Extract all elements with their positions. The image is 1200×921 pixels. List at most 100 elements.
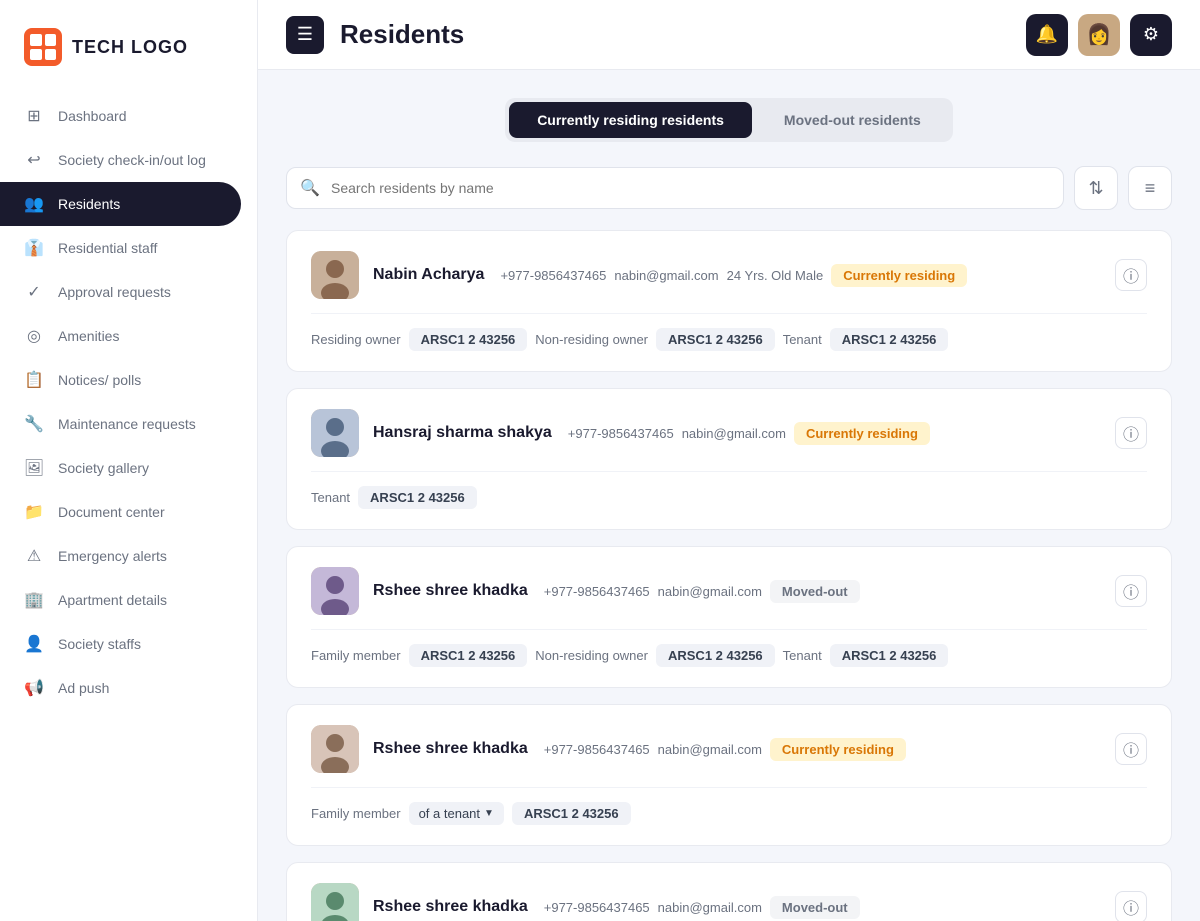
nav-icon-residents: 👥	[24, 194, 44, 214]
notification-button[interactable]: 🔔	[1026, 14, 1068, 56]
tab-currently-residing[interactable]: Currently residing residents	[509, 102, 752, 138]
nav-label-maintenance-requests: Maintenance requests	[58, 416, 196, 432]
status-badge: Currently residing	[770, 738, 906, 761]
card-header: Rshee shree khadka +977-9856437465 nabin…	[311, 883, 1147, 921]
settings-button[interactable]: ⚙	[1130, 14, 1172, 56]
info-icon: ⓘ	[1123, 895, 1139, 919]
sidebar-item-dashboard[interactable]: ⊞ Dashboard	[0, 94, 257, 138]
sidebar-item-residents[interactable]: 👥 Residents	[0, 182, 241, 226]
nav-label-emergency-alerts: Emergency alerts	[58, 548, 167, 564]
nav-label-document-center: Document center	[58, 504, 165, 520]
unit-badge: ARSC1 2 43256	[358, 486, 477, 509]
info-icon: ⓘ	[1123, 579, 1139, 603]
sidebar-item-notices-polls[interactable]: 📋 Notices/ polls	[0, 358, 257, 402]
nav-icon-residential-staff: 👔	[24, 238, 44, 258]
role-label: Non-residing owner	[535, 332, 648, 347]
nav-label-ad-push: Ad push	[58, 680, 109, 696]
logo-icon	[24, 28, 62, 66]
resident-phone: +977-9856437465	[544, 742, 650, 757]
settings-icon: ⚙	[1143, 24, 1159, 45]
nav-label-society-staffs: Society staffs	[58, 636, 141, 652]
role-label: Tenant	[783, 648, 822, 663]
sidebar-item-apartment-details[interactable]: 🏢 Apartment details	[0, 578, 257, 622]
info-icon: ⓘ	[1123, 263, 1139, 287]
status-badge: Moved-out	[770, 896, 860, 919]
card-header: Hansraj sharma shakya +977-9856437465 na…	[311, 409, 1147, 457]
filter-button[interactable]: ≡	[1128, 166, 1172, 210]
resident-email: nabin@gmail.com	[658, 584, 762, 599]
nav-label-dashboard: Dashboard	[58, 108, 127, 124]
card-footer: Tenant ARSC1 2 43256	[311, 471, 1147, 509]
role-label: Family member	[311, 648, 401, 663]
nav-label-residential-staff: Residential staff	[58, 240, 157, 256]
content-area: Currently residing residentsMoved-out re…	[258, 70, 1200, 921]
nav-icon-apartment-details: 🏢	[24, 590, 44, 610]
resident-card: Rshee shree khadka +977-9856437465 nabin…	[286, 862, 1172, 921]
sidebar-item-emergency-alerts[interactable]: ⚠ Emergency alerts	[0, 534, 257, 578]
age-gender: 24 Yrs. Old Male	[727, 268, 824, 283]
search-icon: 🔍	[300, 178, 320, 198]
main-content: ☰ Residents 🔔 👩 ⚙ Currently residing res…	[258, 0, 1200, 921]
resident-meta: Rshee shree khadka +977-9856437465 nabin…	[373, 580, 1101, 603]
card-header: Nabin Acharya +977-9856437465 nabin@gmai…	[311, 251, 1147, 299]
sidebar-item-ad-push[interactable]: 📢 Ad push	[0, 666, 257, 710]
tab-moved-out[interactable]: Moved-out residents	[756, 102, 949, 138]
user-avatar[interactable]: 👩	[1078, 14, 1120, 56]
role-label: Tenant	[311, 490, 350, 505]
sidebar-item-society-gallery[interactable]: 🖼 Society gallery	[0, 446, 257, 490]
nav-menu: ⊞ Dashboard ↩ Society check-in/out log 👥…	[0, 86, 257, 921]
search-input[interactable]	[286, 167, 1064, 209]
nav-icon-approval-requests: ✓	[24, 282, 44, 302]
nav-icon-document-center: 📁	[24, 502, 44, 522]
resident-email: nabin@gmail.com	[658, 742, 762, 757]
nav-label-society-check: Society check-in/out log	[58, 152, 206, 168]
logo-area: TECH LOGO	[0, 0, 257, 86]
avatar-image: 👩	[1087, 22, 1112, 47]
sidebar-item-residential-staff[interactable]: 👔 Residential staff	[0, 226, 257, 270]
resident-avatar	[311, 725, 359, 773]
info-button[interactable]: ⓘ	[1115, 417, 1147, 449]
sidebar-item-approval-requests[interactable]: ✓ Approval requests	[0, 270, 257, 314]
role-label: Tenant	[783, 332, 822, 347]
resident-card: Hansraj sharma shakya +977-9856437465 na…	[286, 388, 1172, 530]
unit-badge: ARSC1 2 43256	[656, 328, 775, 351]
resident-email: nabin@gmail.com	[682, 426, 786, 441]
resident-avatar	[311, 251, 359, 299]
info-button[interactable]: ⓘ	[1115, 575, 1147, 607]
hamburger-button[interactable]: ☰	[286, 16, 324, 54]
residents-list: Nabin Acharya +977-9856437465 nabin@gmai…	[286, 230, 1172, 921]
nav-icon-maintenance-requests: 🔧	[24, 414, 44, 434]
sidebar-item-society-staffs[interactable]: 👤 Society staffs	[0, 622, 257, 666]
unit-badge: ARSC1 2 43256	[512, 802, 631, 825]
nav-label-apartment-details: Apartment details	[58, 592, 167, 608]
status-badge: Moved-out	[770, 580, 860, 603]
resident-avatar	[311, 883, 359, 921]
nav-label-notices-polls: Notices/ polls	[58, 372, 141, 388]
page-title: Residents	[340, 19, 1010, 50]
sidebar-item-amenities[interactable]: ◎ Amenities	[0, 314, 257, 358]
info-button[interactable]: ⓘ	[1115, 891, 1147, 921]
info-button[interactable]: ⓘ	[1115, 733, 1147, 765]
of-tenant-tag[interactable]: of a tenant ▼	[409, 802, 504, 825]
nav-icon-amenities: ◎	[24, 326, 44, 346]
nav-icon-ad-push: 📢	[24, 678, 44, 698]
sort-button[interactable]: ⇅	[1074, 166, 1118, 210]
sidebar-item-document-center[interactable]: 📁 Document center	[0, 490, 257, 534]
status-badge: Currently residing	[831, 264, 967, 287]
sidebar-item-society-check[interactable]: ↩ Society check-in/out log	[0, 138, 257, 182]
card-footer: Family member ARSC1 2 43256 Non-residing…	[311, 629, 1147, 667]
tabs-bar: Currently residing residentsMoved-out re…	[286, 98, 1172, 142]
info-icon: ⓘ	[1123, 421, 1139, 445]
resident-name: Rshee shree khadka	[373, 582, 528, 600]
unit-badge: ARSC1 2 43256	[409, 644, 528, 667]
resident-name: Hansraj sharma shakya	[373, 424, 552, 442]
filter-icon: ≡	[1145, 178, 1156, 199]
sidebar-item-maintenance-requests[interactable]: 🔧 Maintenance requests	[0, 402, 257, 446]
role-label: Family member	[311, 806, 401, 821]
resident-card: Rshee shree khadka +977-9856437465 nabin…	[286, 704, 1172, 846]
card-header: Rshee shree khadka +977-9856437465 nabin…	[311, 725, 1147, 773]
role-label: Residing owner	[311, 332, 401, 347]
unit-badge: ARSC1 2 43256	[830, 328, 949, 351]
info-button[interactable]: ⓘ	[1115, 259, 1147, 291]
nav-icon-emergency-alerts: ⚠	[24, 546, 44, 566]
